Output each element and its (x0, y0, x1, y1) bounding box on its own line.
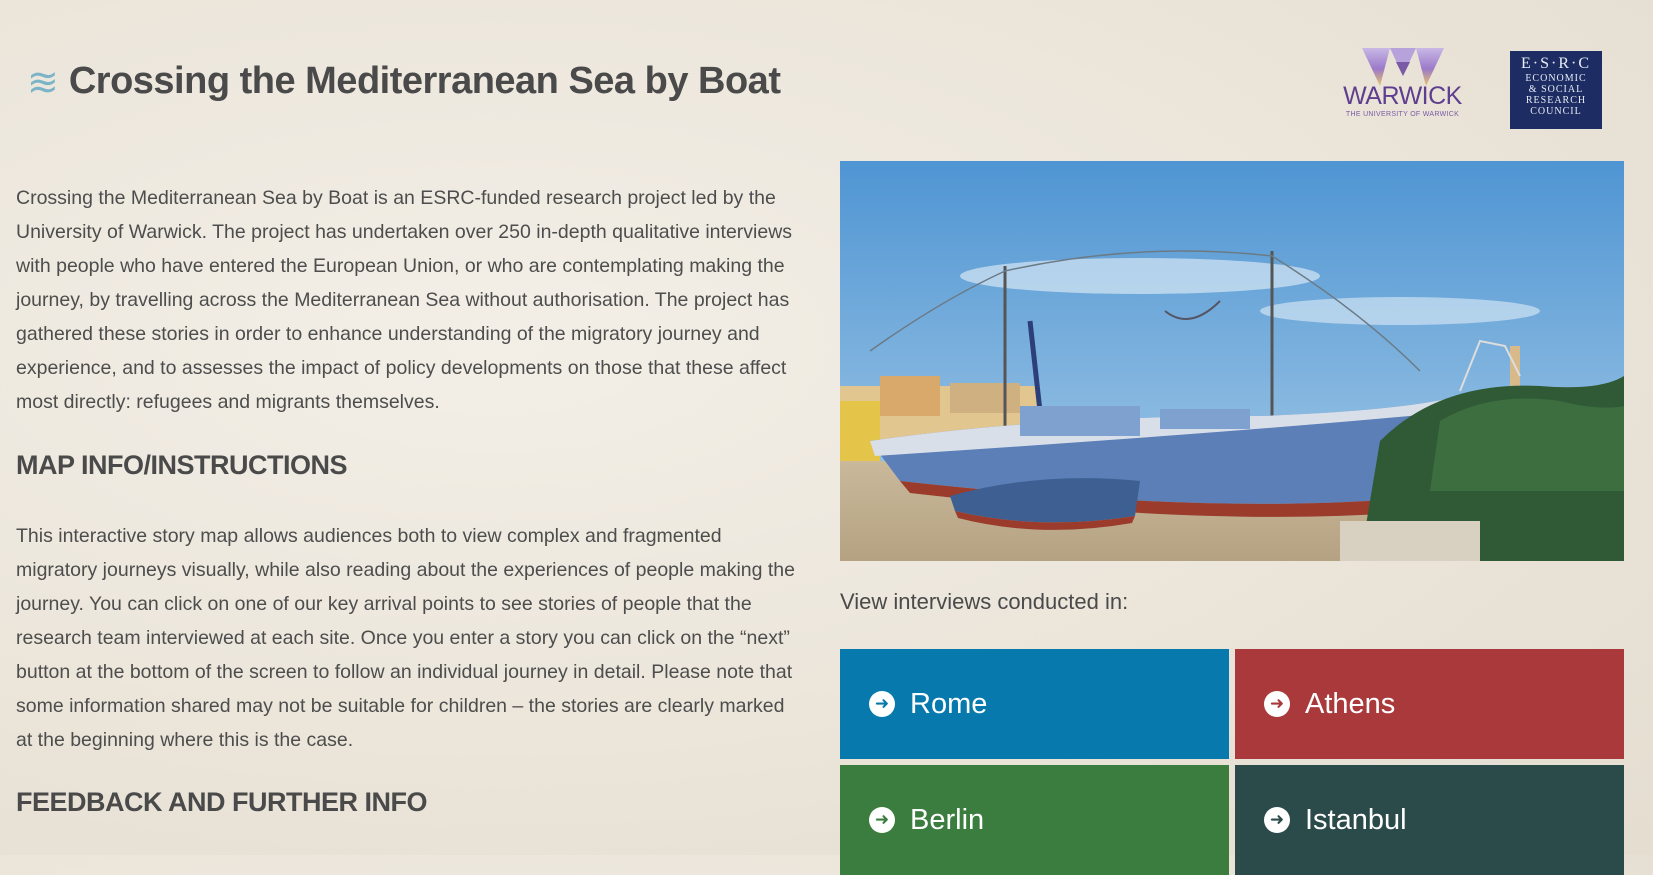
page-title: Crossing the Mediterranean Sea by Boat (68, 60, 781, 102)
esrc-line: COUNCIL (1530, 106, 1582, 117)
city-button-athens[interactable]: ➜ Athens (1235, 649, 1624, 759)
interviews-label: View interviews conducted in: (840, 589, 1129, 614)
warwick-logo[interactable]: WARWICK THE UNIVERSITY OF WARWICK (1340, 46, 1465, 132)
city-label: Rome (910, 687, 988, 720)
esrc-line: RESEARCH (1525, 95, 1587, 106)
city-button-berlin[interactable]: ➜ Berlin (840, 765, 1229, 875)
boat-photo (840, 161, 1624, 561)
arrow-right-circle-icon: ➜ (1264, 691, 1290, 717)
esrc-line: ECONOMIC (1525, 73, 1587, 84)
arrow-right-circle-icon: ➜ (869, 807, 895, 833)
map-info-paragraph: This interactive story map allows audien… (16, 525, 795, 751)
city-button-istanbul[interactable]: ➜ Istanbul (1235, 765, 1624, 875)
feedback-heading: FEEDBACK AND FURTHER INFO (16, 787, 427, 817)
esrc-abbr: E·S·R·C (1521, 55, 1591, 72)
esrc-logo[interactable]: E·S·R·C ECONOMIC & SOCIAL RESEARCH COUNC… (1510, 51, 1602, 129)
city-label: Istanbul (1305, 803, 1407, 836)
waves-icon: ≋ (27, 59, 59, 104)
city-label: Athens (1305, 687, 1396, 720)
warwick-subtitle: THE UNIVERSITY OF WARWICK (1345, 111, 1460, 118)
warwick-wordmark: WARWICK (1343, 82, 1462, 110)
city-label: Berlin (910, 803, 985, 836)
page-header: ≋ Crossing the Mediterranean Sea by Boat (27, 59, 781, 104)
map-info-heading: MAP INFO/INSTRUCTIONS (16, 450, 348, 480)
city-button-rome[interactable]: ➜ Rome (840, 649, 1229, 759)
esrc-line: & SOCIAL (1528, 84, 1584, 95)
intro-paragraph: Crossing the Mediterranean Sea by Boat i… (16, 187, 793, 413)
arrow-right-circle-icon: ➜ (869, 691, 895, 717)
arrow-right-circle-icon: ➜ (1264, 807, 1290, 833)
